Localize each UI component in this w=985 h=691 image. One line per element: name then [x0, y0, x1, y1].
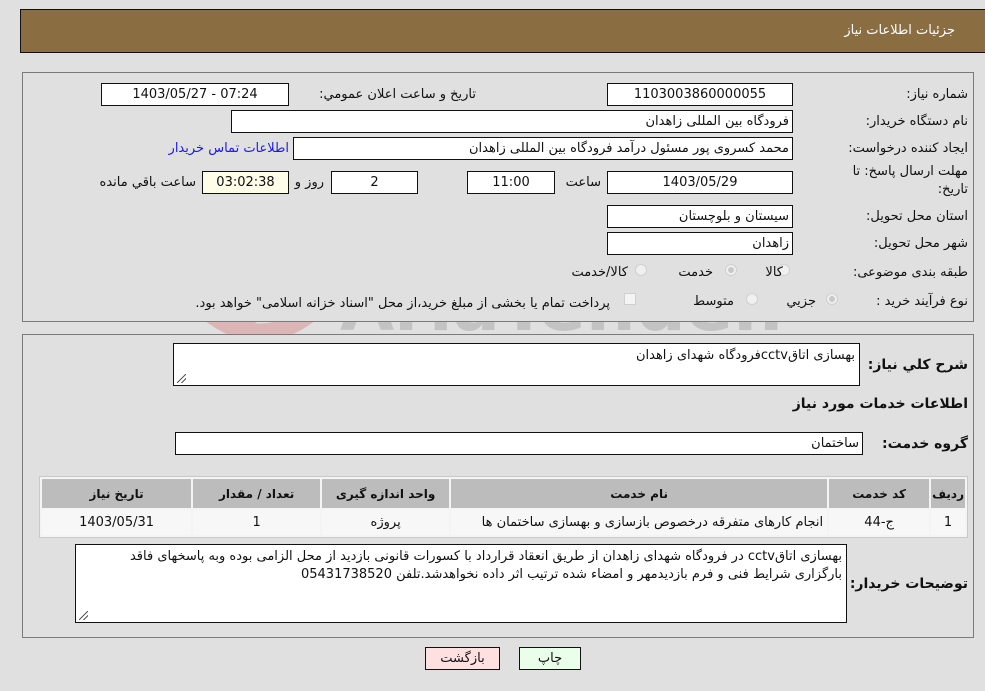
cell-unit: پروژه: [322, 510, 450, 535]
buyer-contact-link[interactable]: اطلاعات تماس خریدار: [169, 141, 289, 156]
summary-text: بهسازی اتاقcctvفرودگاه شهدای زاهدان: [635, 348, 855, 363]
creator-label: ایجاد کننده درخواست:: [848, 141, 968, 156]
remaining-time-label: ساعت باقي مانده: [99, 175, 196, 190]
cell-service-code: ج-44: [829, 510, 930, 535]
deadline-label: مهلت ارسال پاسخ: تا تاریخ:: [852, 164, 968, 197]
col-header-unit: واحد اندازه گیری: [322, 479, 450, 508]
service-group-label: گروه خدمت:: [882, 436, 968, 452]
category-label: طبقه بندی موضوعی:: [852, 265, 968, 280]
category-option-goods: کالا: [765, 265, 783, 280]
services-heading: اطلاعات خدمات مورد نیاز: [792, 396, 968, 412]
summary-textarea[interactable]: بهسازی اتاقcctvفرودگاه شهدای زاهدان: [173, 343, 860, 386]
announce-datetime-label: تاريخ و ساعت اعلان عمومي:: [319, 87, 476, 102]
process-radio-medium[interactable]: [746, 293, 758, 305]
buyer-org-field: فرودگاه بین المللی زاهدان: [231, 110, 793, 133]
resize-grip-icon[interactable]: [79, 611, 88, 620]
process-option-medium: متوسط: [693, 294, 734, 309]
col-header-service-code: کد خدمت: [829, 479, 930, 508]
process-option-minor: جزيي: [786, 294, 816, 309]
city-field: زاهدان: [607, 232, 793, 255]
province-label: استان محل تحویل:: [866, 209, 968, 224]
days-remaining-field: 2: [331, 171, 418, 194]
col-header-row-number: ردیف: [931, 479, 965, 508]
buyer-notes-textarea[interactable]: بهسازی اتاقcctv در فرودگاه شهدای زاهدان …: [75, 544, 847, 623]
cell-quantity: 1: [193, 510, 321, 535]
days-label: روز و: [294, 175, 324, 190]
col-header-service-name: نام خدمت: [451, 479, 828, 508]
back-button[interactable]: بازگشت: [425, 647, 500, 670]
summary-label: شرح کلي نياز:: [867, 357, 968, 373]
table-row: 1 ج-44 انجام کارهای متفرقه درخصوص بازساز…: [42, 510, 965, 535]
cell-need-date: 1403/05/31: [42, 510, 192, 535]
province-field: سیستان و بلوچستان: [607, 205, 793, 228]
page-title: جزئیات اطلاعات نیاز: [844, 23, 955, 38]
buyer-notes-label: توضیحات خریدار:: [849, 576, 968, 592]
cell-row-number: 1: [931, 510, 965, 535]
category-radio-service[interactable]: [725, 264, 737, 276]
resize-grip-icon[interactable]: [177, 374, 186, 383]
treasury-checkbox-label: پرداخت تمام یا بخشی از مبلغ خرید،از محل …: [195, 296, 610, 311]
deadline-time-field: 11:00: [467, 171, 555, 194]
col-header-need-date: تاریخ نیاز: [42, 479, 192, 508]
need-number-label: شماره نیاز:: [906, 87, 968, 102]
category-radio-goods-service[interactable]: [635, 264, 647, 276]
buyer-notes-text: بهسازی اتاقcctv در فرودگاه شهدای زاهدان …: [129, 549, 842, 582]
cell-service-name: انجام کارهای متفرقه درخصوص بازسازی و بهس…: [451, 510, 828, 535]
announce-datetime-field: 1403/05/27 - 07:24: [101, 83, 289, 106]
city-label: شهر محل تحویل:: [873, 236, 968, 251]
process-radio-minor[interactable]: [826, 293, 838, 305]
category-option-goods-service: کالا/خدمت: [571, 265, 628, 280]
deadline-time-label: ساعت: [565, 175, 601, 190]
page-header: جزئیات اطلاعات نیاز: [20, 9, 985, 53]
col-header-quantity: تعداد / مقدار: [193, 479, 321, 508]
remaining-time-field: 03:02:38: [202, 171, 289, 194]
service-group-field: ساختمان: [175, 432, 863, 455]
services-table: ردیف کد خدمت نام خدمت واحد اندازه گیری ت…: [39, 476, 968, 538]
deadline-date-field: 1403/05/29: [607, 171, 793, 194]
treasury-checkbox[interactable]: [624, 293, 636, 305]
buyer-org-label: نام دستگاه خریدار:: [865, 114, 968, 129]
process-label: نوع فرآیند خرید :: [876, 294, 968, 309]
print-button[interactable]: چاپ: [519, 647, 581, 670]
need-number-field: 1103003860000055: [607, 83, 793, 106]
table-header-row: ردیف کد خدمت نام خدمت واحد اندازه گیری ت…: [42, 479, 965, 508]
creator-field: محمد کسروی پور مسئول درآمد فرودگاه بین ا…: [293, 137, 793, 160]
category-option-service: خدمت: [678, 265, 713, 280]
